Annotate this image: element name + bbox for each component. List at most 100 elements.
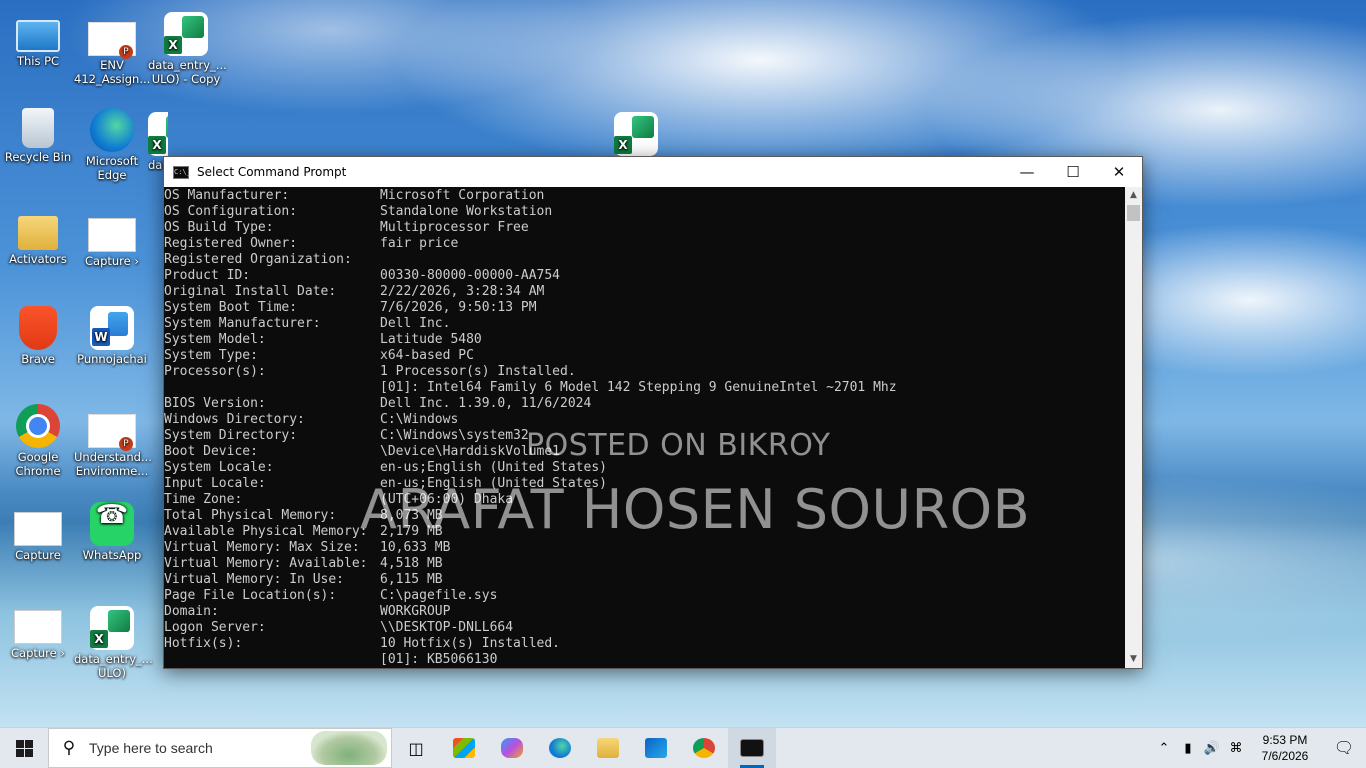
desktop-icon-punnojachai[interactable]: W Punnojachai [74, 306, 150, 366]
console-key: Hotfix(s): [164, 636, 243, 651]
console-line: Registered Owner: fair price [164, 236, 1125, 252]
desktop-icon-activators[interactable]: Activators [0, 208, 76, 266]
network-icon[interactable]: ⌘ [1224, 740, 1248, 756]
console-key: Logon Server: [164, 620, 266, 635]
search-placeholder: Type here to search [89, 740, 213, 756]
desktop-icon-data-entry[interactable]: X data_entry_... ULO) [74, 606, 153, 680]
console-line: System Model: Latitude 5480 [164, 332, 1125, 348]
word-file-icon: W [90, 306, 134, 350]
scrollbar-thumb[interactable] [1127, 205, 1140, 221]
desktop-icon-whatsapp[interactable]: WhatsApp [74, 502, 150, 562]
minimize-button[interactable]: — [1004, 157, 1050, 187]
taskbar: ⚲ Type here to search ◫ ⌃ ▮ 🔊 ⌘ 9:53 PM … [0, 727, 1366, 768]
console-value: en-us;English (United States) [380, 460, 607, 475]
console-line: System Manufacturer: Dell Inc. [164, 316, 1125, 332]
image-file-icon [88, 218, 136, 252]
desktop-icon-label: Capture › [11, 646, 65, 660]
console-line: Virtual Memory: Max Size: 10,633 MB [164, 540, 1125, 556]
console-line: System Boot Time: 7/6/2026, 9:50:13 PM [164, 300, 1125, 316]
console-value: Latitude 5480 [380, 332, 482, 347]
taskbar-search-box[interactable]: ⚲ Type here to search [48, 728, 392, 768]
console-key: Product ID: [164, 268, 251, 283]
clock-time: 9:53 PM [1262, 733, 1308, 747]
console-key: Windows Directory: [164, 412, 305, 427]
edge-icon [549, 738, 571, 758]
console-value: \\DESKTOP-DNLL664 [380, 620, 514, 635]
desktop-icon-chrome[interactable]: Google Chrome [0, 404, 76, 478]
console-value: 6,115 MB [380, 572, 443, 587]
desktop-icon-brave[interactable]: Brave [0, 306, 76, 366]
vertical-scrollbar[interactable]: ▲ ▼ [1125, 187, 1142, 668]
command-prompt-icon [740, 739, 764, 757]
desktop-icon-data-entry-copy[interactable]: X data_entry_... ULO) - Copy [148, 12, 227, 86]
console-value: [01]: KB5066130 [380, 652, 498, 667]
taskbar-chrome[interactable] [680, 728, 728, 768]
console-output[interactable]: OS Manufacturer: Microsoft Corporation OS … [164, 187, 1125, 668]
console-line: Registered Organization: [164, 252, 1125, 268]
taskbar-edge[interactable] [536, 728, 584, 768]
outlook-icon [645, 738, 667, 758]
desktop-icon-capture-3[interactable]: Capture › [0, 600, 76, 660]
taskbar-command-prompt[interactable] [728, 728, 776, 768]
console-value: 1 Processor(s) Installed. [380, 364, 576, 379]
desktop-icon-label: Punnojachai [77, 352, 147, 366]
console-key: OS Build Type: [164, 220, 274, 235]
console-value: 2/22/2026, 3:28:34 AM [380, 284, 545, 299]
task-view-button[interactable]: ◫ [392, 728, 440, 768]
folder-icon [597, 738, 619, 758]
desktop-icon-env412[interactable]: P ENV 412_Assign... [74, 12, 150, 86]
desktop-icon-understanding[interactable]: P Understand... Environme... [74, 404, 152, 478]
console-key: Page File Location(s): [164, 588, 337, 603]
search-highlight-art [311, 731, 387, 765]
console-value: Multiprocessor Free [380, 220, 529, 235]
show-hidden-icons-chevron-icon[interactable]: ⌃ [1152, 740, 1176, 756]
console-line: Processor(s): 1 Processor(s) Installed. [164, 364, 1125, 380]
taskbar-outlook[interactable] [632, 728, 680, 768]
battery-icon[interactable]: ▮ [1176, 740, 1200, 756]
console-line: Page File Location(s): C:\pagefile.sys [164, 588, 1125, 604]
desktop-icon-label: WhatsApp [82, 548, 142, 562]
console-key [164, 652, 380, 668]
notifications-icon[interactable]: 🗨 [1322, 738, 1366, 758]
scroll-up-arrow-icon[interactable]: ▲ [1125, 187, 1142, 204]
maximize-button[interactable]: ☐ [1050, 157, 1096, 187]
console-value: Dell Inc. 1.39.0, 11/6/2024 [380, 396, 592, 411]
desktop-icon-edge[interactable]: Microsoft Edge [74, 108, 150, 182]
clock-date: 7/6/2026 [1261, 749, 1309, 763]
console-line: Logon Server: \\DESKTOP-DNLL664 [164, 620, 1125, 636]
console-line: Boot Device: \Device\HarddiskVolume1 [164, 444, 1125, 460]
console-value: x64-based PC [380, 348, 474, 363]
windows-logo-icon [15, 739, 33, 757]
console-line: Product ID: 00330-80000-00000-AA754 [164, 268, 1125, 284]
taskbar-copilot[interactable] [488, 728, 536, 768]
start-button[interactable] [0, 728, 48, 768]
desktop-icon-capture-2[interactable]: Capture [0, 502, 76, 562]
chrome-icon [693, 738, 715, 758]
console-value: 7/6/2026, 9:50:13 PM [380, 300, 537, 315]
desktop-icon-recycle-bin[interactable]: Recycle Bin [0, 108, 76, 164]
desktop-icon-capture-1[interactable]: Capture › [74, 208, 150, 268]
taskbar-file-explorer[interactable] [584, 728, 632, 768]
console-value: 10 Hotfix(s) Installed. [380, 636, 561, 651]
desktop-icon-label: ENV 412_Assign... [74, 58, 151, 86]
window-title-bar[interactable]: C:\_ Select Command Prompt — ☐ ✕ [164, 157, 1142, 187]
microsoft-store-icon [453, 738, 475, 758]
close-button[interactable]: ✕ [1096, 157, 1142, 187]
console-value: 4,518 MB [380, 556, 443, 571]
console-value: C:\Windows\system32 [380, 428, 529, 443]
desktop-icon-label: Understand... Environme... [74, 450, 152, 478]
brave-icon [19, 306, 57, 350]
taskbar-clock[interactable]: 9:53 PM 7/6/2026 [1248, 732, 1322, 764]
taskbar-microsoft-store[interactable] [440, 728, 488, 768]
console-value: WORKGROUP [380, 604, 451, 619]
desktop-icon-this-pc[interactable]: This PC [0, 12, 76, 68]
volume-icon[interactable]: 🔊 [1200, 740, 1224, 756]
image-file-icon [14, 610, 62, 644]
scroll-down-arrow-icon[interactable]: ▼ [1125, 651, 1142, 668]
this-pc-icon [16, 20, 60, 52]
command-prompt-window[interactable]: C:\_ Select Command Prompt — ☐ ✕ OS Manu… [163, 156, 1143, 669]
search-icon: ⚲ [62, 738, 76, 758]
desktop-icon-excel-floating[interactable]: X [598, 112, 674, 158]
console-value: en-us;English (United States) [380, 476, 607, 491]
console-line: OS Configuration: Standalone Workstation [164, 204, 1125, 220]
